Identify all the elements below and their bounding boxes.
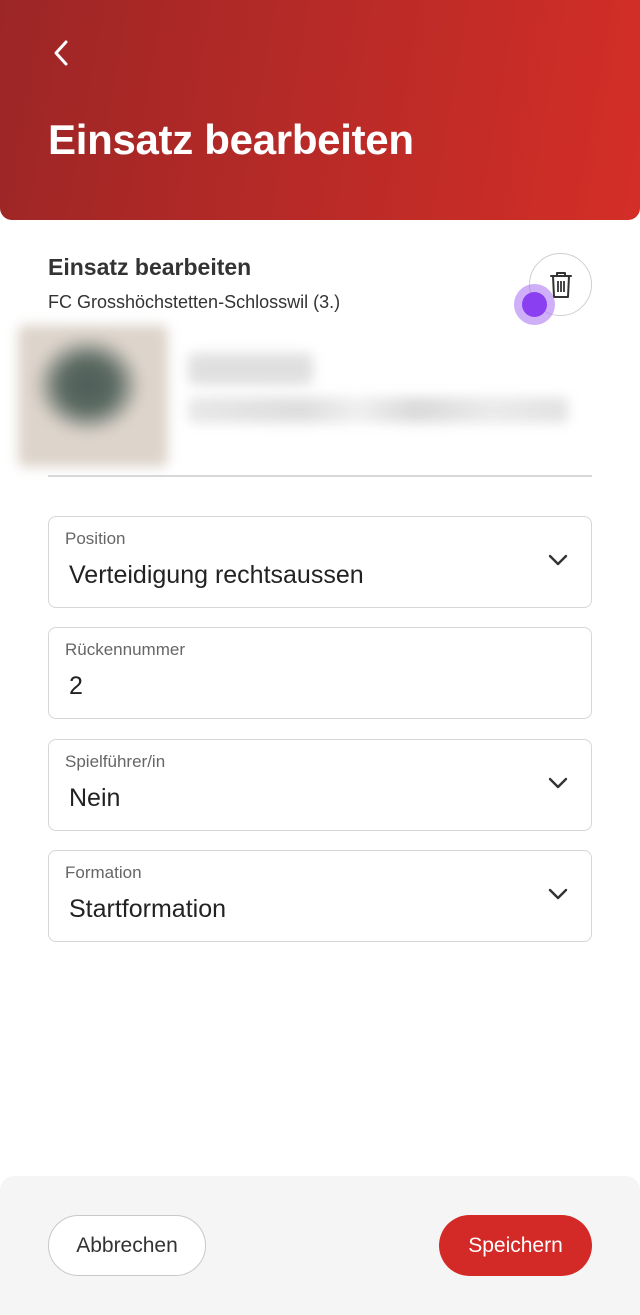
- chevron-left-icon: [54, 40, 68, 66]
- position-select[interactable]: Position Verteidigung rechtsaussen: [48, 516, 592, 608]
- formation-select[interactable]: Formation Startformation: [48, 850, 592, 942]
- jersey-number-label: Rückennummer: [65, 640, 185, 659]
- back-button[interactable]: [38, 30, 84, 76]
- save-button[interactable]: Speichern: [439, 1215, 592, 1276]
- chevron-down-icon: [548, 554, 568, 566]
- avatar: [18, 325, 168, 467]
- section-title: Einsatz bearbeiten: [48, 254, 252, 280]
- footer-bar: Abbrechen Speichern: [0, 1176, 640, 1315]
- position-label: Position: [65, 529, 126, 548]
- player-details-blurred: [188, 397, 568, 423]
- jersey-number-value: 2: [69, 672, 83, 700]
- chevron-down-icon: [548, 777, 568, 789]
- captain-value: Nein: [69, 784, 121, 812]
- player-card: [18, 325, 598, 470]
- cancel-button[interactable]: Abbrechen: [48, 1215, 206, 1276]
- page-title: Einsatz bearbeiten: [48, 116, 414, 163]
- jersey-number-field[interactable]: Rückennummer 2: [48, 627, 592, 719]
- team-name: FC Grosshöchstetten-Schlosswil (3.): [48, 292, 341, 312]
- app-header: Einsatz bearbeiten: [0, 0, 640, 220]
- formation-label: Formation: [65, 863, 142, 882]
- touch-indicator: [522, 292, 547, 317]
- captain-label: Spielführer/in: [65, 752, 166, 771]
- formation-value: Startformation: [69, 895, 227, 923]
- chevron-down-icon: [548, 888, 568, 900]
- player-name-blurred: [188, 353, 313, 385]
- divider: [48, 475, 592, 477]
- position-value: Verteidigung rechtsaussen: [69, 561, 364, 589]
- captain-select[interactable]: Spielführer/in Nein: [48, 739, 592, 831]
